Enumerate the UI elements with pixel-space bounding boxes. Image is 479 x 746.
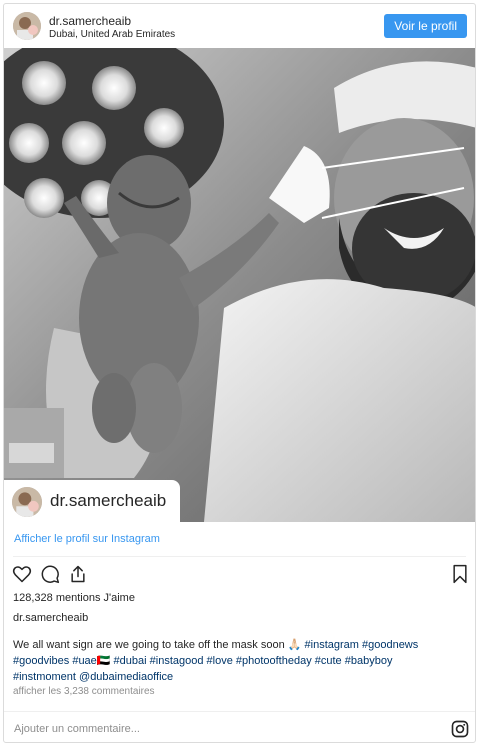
overlay-username: dr.samercheaib [50, 491, 167, 510]
post-photo[interactable] [4, 48, 475, 522]
action-bar [4, 561, 475, 589]
caption-text: We all want sign are we going to take of… [13, 637, 463, 685]
photo-username-overlay[interactable]: dr.samercheaib [4, 480, 180, 522]
post-header: dr.samercheaib Dubai, United Arab Emirat… [4, 4, 475, 48]
share-icon[interactable] [68, 564, 88, 584]
view-profile-button[interactable]: Voir le profil [384, 14, 467, 38]
view-comments-link[interactable]: afficher les 3,238 commentaires [13, 686, 155, 697]
likes-count[interactable]: 128,328 mentions J'aime [13, 592, 135, 604]
instagram-icon[interactable] [451, 720, 469, 738]
comment-input[interactable] [12, 719, 426, 739]
caption-body: We all want sign are we going to take of… [13, 639, 302, 651]
username[interactable]: dr.samercheaib [49, 14, 131, 28]
caption-username[interactable]: dr.samercheaib [13, 612, 88, 624]
caption-hashtags[interactable]: #goodvibes #uae🇦🇪 #dubai #instagood #lov… [13, 655, 392, 667]
bookmark-icon[interactable] [451, 564, 469, 584]
caption-hashtags[interactable]: #instmoment @dubaimediaoffice [13, 671, 173, 683]
avatar [12, 487, 42, 517]
instagram-embed-card: dr.samercheaib Dubai, United Arab Emirat… [3, 3, 476, 743]
avatar[interactable] [13, 12, 41, 40]
location[interactable]: Dubai, United Arab Emirates [49, 29, 175, 40]
view-profile-link[interactable]: Afficher le profil sur Instagram [14, 533, 160, 545]
caption-hashtags[interactable]: #instagram #goodnews [305, 639, 419, 651]
divider [13, 556, 466, 557]
comment-icon[interactable] [40, 564, 60, 584]
comment-box [4, 711, 475, 742]
heart-icon[interactable] [12, 564, 32, 584]
